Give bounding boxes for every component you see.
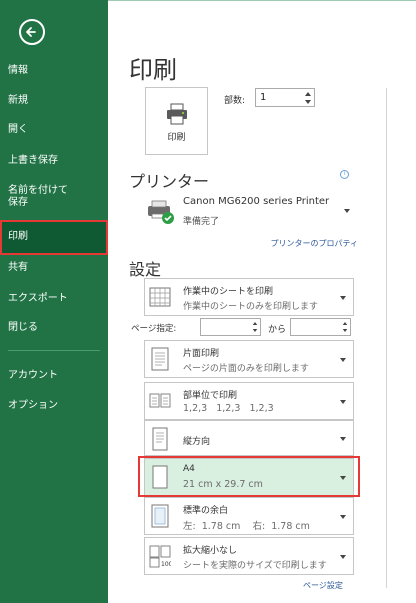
scaling-subtitle: シートを実際のサイズで印刷します	[183, 561, 327, 571]
margins-dropdown[interactable]: 標準の余白 左: 1.78 cm 右: 1.78 cm	[144, 497, 354, 535]
printer-properties-link[interactable]: プリンターのプロパティ	[270, 238, 358, 249]
paper-size-highlight	[138, 456, 360, 497]
chevron-down-icon	[340, 296, 346, 300]
one-sided-page-icon	[151, 347, 169, 371]
margins-subtitle: 左: 1.78 cm 右: 1.78 cm	[183, 521, 310, 532]
scaling-dropdown[interactable]: 100 拡大縮小なし シートを実際のサイズで印刷します	[144, 537, 354, 575]
portrait-page-icon	[152, 427, 168, 451]
page-title: 印刷	[129, 56, 177, 84]
top-accent-line	[108, 0, 416, 1]
print-button[interactable]: 印刷	[145, 87, 208, 155]
page-to-input[interactable]	[290, 318, 351, 336]
spin-up-icon[interactable]	[252, 321, 258, 326]
svg-text:100: 100	[161, 561, 171, 568]
printer-status: 準備完了	[183, 217, 220, 227]
sides-dropdown[interactable]: 片面印刷 ページの片面のみを印刷します	[144, 340, 354, 378]
collate-dropdown[interactable]: 部単位で印刷 1,2,3 1,2,3 1,2,3	[144, 382, 354, 420]
spin-down-icon[interactable]	[252, 328, 258, 333]
copies-label: 部数:	[224, 96, 246, 106]
page-from-input[interactable]	[200, 318, 261, 336]
copies-value: 1	[260, 92, 267, 103]
sheet-grid-icon	[149, 287, 171, 307]
collated-pages-icon	[149, 393, 171, 408]
printer-ready-icon	[146, 198, 176, 230]
chevron-down-icon	[340, 358, 346, 362]
orientation-dropdown[interactable]: 縦方向	[144, 420, 354, 456]
print-scope-dropdown[interactable]: 作業中のシートを印刷 作業中のシートのみを印刷します	[144, 278, 354, 316]
sides-subtitle: ページの片面のみを印刷します	[183, 364, 309, 374]
sidebar-item-info[interactable]: 情報	[0, 57, 108, 85]
printer-heading: プリンター	[129, 172, 210, 191]
collate-title: 部単位で印刷	[183, 391, 238, 401]
no-scaling-icon: 100	[149, 545, 171, 568]
settings-heading: 設定	[129, 260, 162, 279]
sidebar-item-save[interactable]: 上書き保存	[0, 147, 108, 175]
spin-down-icon[interactable]	[304, 99, 312, 105]
scaling-title: 拡大縮小なし	[183, 546, 238, 556]
print-scope-title: 作業中のシートを印刷	[183, 287, 274, 297]
back-arrow-icon[interactable]	[19, 19, 45, 45]
sidebar-item-share[interactable]: 共有	[0, 254, 108, 282]
chevron-down-icon	[340, 555, 346, 559]
sidebar-item-account[interactable]: アカウント	[0, 362, 108, 390]
page-setup-link[interactable]: ページ設定	[303, 580, 343, 591]
pages-to-label: から	[268, 325, 287, 335]
print-scope-subtitle: 作業中のシートのみを印刷します	[183, 302, 319, 312]
spin-up-icon[interactable]	[342, 321, 348, 326]
chevron-down-icon	[340, 400, 346, 404]
printer-dropdown-chevron-icon	[344, 209, 350, 213]
chevron-down-icon	[340, 515, 346, 519]
sides-title: 片面印刷	[183, 349, 220, 359]
printer-name: Canon MG6200 series Printer	[183, 196, 330, 207]
printer-icon	[164, 101, 190, 131]
margins-title: 標準の余白	[183, 506, 229, 516]
backstage-sidebar: 情報 新規 開く 上書き保存 名前を付けて 保存 印刷 共有 エクスポート 閉じ…	[0, 0, 108, 603]
chevron-down-icon	[340, 437, 346, 441]
sidebar-item-print[interactable]: 印刷	[0, 220, 108, 255]
sidebar-item-options[interactable]: オプション	[0, 392, 108, 420]
spin-down-icon[interactable]	[342, 328, 348, 333]
printer-dropdown[interactable]: Canon MG6200 series Printer 準備完了	[144, 192, 354, 232]
copies-input[interactable]: 1	[255, 88, 315, 107]
preview-divider	[386, 88, 387, 588]
sidebar-item-export[interactable]: エクスポート	[0, 285, 108, 313]
sidebar-item-new[interactable]: 新規	[0, 87, 108, 115]
print-button-label: 印刷	[167, 133, 186, 143]
sidebar-item-close[interactable]: 閉じる	[0, 314, 108, 342]
info-icon[interactable]: i	[340, 170, 349, 179]
sidebar-item-open[interactable]: 開く	[0, 116, 108, 144]
sidebar-divider	[8, 350, 100, 351]
collate-subtitle: 1,2,3 1,2,3 1,2,3	[183, 403, 274, 414]
margins-icon	[151, 504, 169, 528]
orientation-title: 縦方向	[183, 437, 211, 447]
sidebar-item-save-as[interactable]: 名前を付けて 保存	[0, 182, 108, 216]
pages-label: ページ指定:	[131, 324, 177, 334]
spin-up-icon[interactable]	[304, 91, 312, 97]
